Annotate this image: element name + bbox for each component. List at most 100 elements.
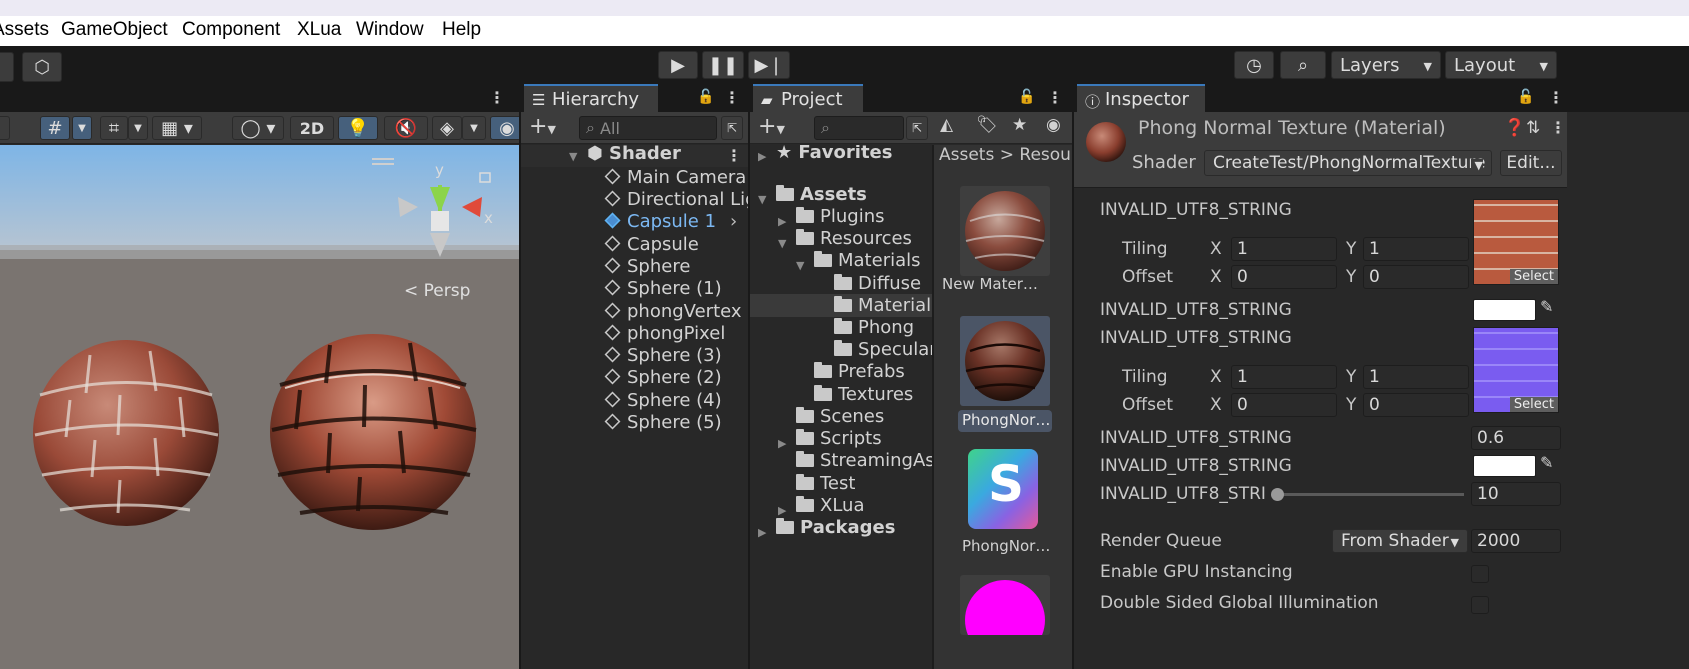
gpu-instancing-checkbox[interactable]	[1471, 565, 1489, 583]
hierarchy-search-input[interactable]: ⌕ All	[579, 116, 717, 140]
menu-assets[interactable]: Assets	[0, 19, 49, 41]
draw-mode-button[interactable]	[0, 116, 10, 140]
breadcrumb-assets[interactable]: Assets	[939, 145, 994, 165]
list-item[interactable]: Sphere (3)	[604, 345, 722, 366]
slider-thumb[interactable]	[1271, 488, 1284, 501]
scene-viewport[interactable]: y x < Persp	[0, 145, 519, 669]
chevron-down-icon[interactable]: ▼	[462, 116, 486, 140]
lock-icon[interactable]: 🔓	[1517, 89, 1534, 105]
slider-value-field[interactable]: 10	[1471, 482, 1561, 506]
scene-visibility-icon[interactable]: ⇱	[721, 116, 743, 140]
chevron-down-icon[interactable]: ▼	[796, 259, 804, 272]
play-button[interactable]: ▶	[658, 51, 698, 79]
folder-streamingassets[interactable]: StreamingAsse	[796, 450, 932, 471]
brick-sphere-right[interactable]	[270, 334, 477, 530]
undo-history-button[interactable]: ◷	[1234, 51, 1274, 79]
offset-x-field[interactable]: 0	[1231, 393, 1337, 417]
offset-y-field[interactable]: 0	[1363, 265, 1469, 289]
eyedropper-icon[interactable]: ✎	[1540, 453, 1553, 472]
menu-gameobject[interactable]: GameObject	[61, 19, 168, 41]
hidden-objects-toggle[interactable]: ◉	[490, 116, 519, 140]
list-item[interactable]: Sphere (2)	[604, 367, 722, 388]
tab-inspector[interactable]: ⓘ Inspector	[1077, 84, 1205, 112]
slider-track[interactable]	[1277, 493, 1464, 496]
folder-plugins[interactable]: Plugins	[796, 206, 884, 227]
tiling-y-field[interactable]: 1	[1363, 365, 1469, 389]
search-scope-icon[interactable]: ⇱	[906, 116, 928, 140]
list-item[interactable]: Sphere (4)	[604, 390, 722, 411]
chevron-right-icon[interactable]: ▶	[778, 504, 786, 517]
tab-project[interactable]: ▰ Project	[753, 84, 863, 112]
shader-file-icon[interactable]: S	[968, 449, 1038, 529]
folder-specular[interactable]: Specular	[834, 339, 932, 360]
help-icon[interactable]: ❓	[1504, 118, 1525, 138]
shading-mode-button[interactable]: ◯ ▾	[232, 116, 284, 140]
step-button[interactable]: ▶❘	[748, 51, 790, 79]
eyedropper-icon[interactable]: ✎	[1540, 297, 1553, 316]
asset-thumb-magenta-material[interactable]	[960, 575, 1050, 635]
grid-visibility-button[interactable]: ▦ ▾	[152, 116, 202, 140]
brick-sphere-left[interactable]	[33, 340, 219, 526]
hierarchy-menu-icon[interactable]: ⋮	[724, 88, 740, 107]
layers-dropdown[interactable]: Layers ▼	[1331, 51, 1441, 79]
preset-icon[interactable]: ⇅	[1526, 118, 1540, 138]
menu-window[interactable]: Window	[356, 19, 424, 41]
menu-xlua[interactable]: XLua	[297, 19, 341, 41]
list-item[interactable]: Capsule	[604, 234, 699, 255]
folder-xlua[interactable]: XLua	[796, 495, 864, 516]
texture-slot-normal[interactable]: Select	[1473, 327, 1559, 413]
render-queue-field[interactable]: 2000	[1471, 529, 1561, 553]
list-item[interactable]: phongPixel	[604, 323, 725, 344]
tiling-y-field[interactable]: 1	[1363, 237, 1469, 261]
assets-folder[interactable]: Assets	[776, 184, 867, 205]
favorite-star-icon[interactable]: ★	[1012, 115, 1027, 135]
list-item[interactable]: Sphere (5)	[604, 412, 722, 433]
menu-help[interactable]: Help	[442, 19, 481, 41]
create-asset-button[interactable]: +▼	[758, 114, 785, 139]
list-item[interactable]: Directional Lig	[604, 189, 748, 210]
account-button[interactable]	[0, 52, 14, 82]
collab-button[interactable]: ⬡	[22, 52, 62, 82]
offset-y-field[interactable]: 0	[1363, 393, 1469, 417]
list-item[interactable]: Sphere	[604, 256, 690, 277]
effects-button[interactable]: ◈	[432, 116, 462, 140]
layout-dropdown[interactable]: Layout ▼	[1445, 51, 1557, 79]
project-search-input[interactable]: ⌕	[814, 116, 904, 140]
inspector-menu-icon[interactable]: ⋮	[1548, 88, 1564, 107]
folder-materials[interactable]: Materials	[814, 250, 921, 271]
color-swatch[interactable]	[1473, 455, 1536, 477]
shader-dropdown[interactable]: CreateTest/PhongNormalTexture ▼	[1204, 150, 1492, 176]
chevron-right-icon[interactable]: ▶	[758, 150, 766, 163]
scene-menu-icon[interactable]: ⋮	[489, 88, 505, 107]
texture-slot-albedo[interactable]: Select	[1473, 199, 1559, 285]
packages-folder[interactable]: Packages	[776, 517, 895, 538]
folder-materials-sub[interactable]: Materials	[834, 295, 932, 316]
list-item[interactable]: Main Camera	[604, 167, 746, 188]
tab-hierarchy[interactable]: ☰ Hierarchy	[524, 84, 658, 112]
increment-snap-icon[interactable]: ⌗	[100, 116, 128, 140]
lock-icon[interactable]: 🔓	[1018, 89, 1035, 105]
double-sided-gi-checkbox[interactable]	[1471, 596, 1489, 614]
scene-root-row[interactable]: ▼ ⬢ Shader ⋮	[521, 143, 748, 167]
folder-textures[interactable]: Textures	[814, 384, 913, 405]
audio-toggle-button[interactable]: 🔇	[384, 116, 428, 140]
search-button[interactable]: ⌕	[1280, 51, 1326, 79]
breadcrumb-resources[interactable]: Resour	[1019, 145, 1072, 165]
favorites-item[interactable]: ★ Favorites	[776, 145, 892, 163]
project-menu-icon[interactable]: ⋮	[1047, 88, 1063, 107]
chevron-right-icon[interactable]: ▶	[778, 215, 786, 228]
folder-resources[interactable]: Resources	[796, 228, 912, 249]
float-field[interactable]: 0.6	[1471, 426, 1561, 450]
folder-prefabs[interactable]: Prefabs	[814, 361, 905, 382]
color-swatch[interactable]	[1473, 299, 1536, 321]
folder-phong[interactable]: Phong	[834, 317, 914, 338]
2d-toggle-button[interactable]: 2D	[290, 116, 334, 140]
tiling-x-field[interactable]: 1	[1231, 365, 1337, 389]
offset-x-field[interactable]: 0	[1231, 265, 1337, 289]
component-menu-icon[interactable]: ⋮	[1550, 118, 1566, 137]
chevron-down-icon[interactable]: ▼	[569, 150, 577, 163]
chevron-down-icon[interactable]: ▼	[758, 193, 766, 206]
folder-diffuse[interactable]: Diffuse	[834, 273, 921, 294]
chevron-right-icon[interactable]: ▶	[758, 526, 766, 539]
persp-label[interactable]: < Persp	[404, 281, 470, 301]
